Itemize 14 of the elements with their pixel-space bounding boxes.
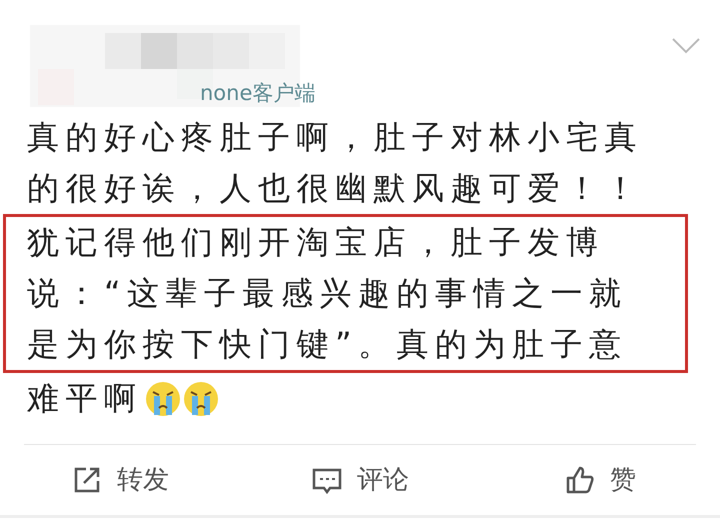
crying-face-icon	[144, 380, 180, 416]
post-text-line: 难平啊	[27, 378, 142, 419]
post-text-line: 的很好诶，人也很幽默风趣可爱！！	[27, 168, 643, 209]
like-button[interactable]: 赞	[480, 460, 720, 500]
source-label: none客户端	[200, 80, 316, 107]
post-text-line: 犹记得他们刚开淘宝店，肚子发博	[27, 222, 604, 263]
thumbs-up-icon	[564, 464, 596, 496]
chevron-down-icon[interactable]	[672, 38, 700, 54]
post-text-line: 是为你按下快门键”。真的为肚子意	[27, 324, 628, 365]
post-text-line: 说：“这辈子最感兴趣的事情之一就	[27, 273, 628, 314]
comment-button[interactable]: 评论	[240, 460, 480, 500]
post-text-line: 真的好心疼肚子啊，肚子对林小宅真	[27, 117, 643, 158]
crying-face-icon	[182, 380, 218, 416]
repost-button[interactable]: 转发	[0, 460, 240, 500]
